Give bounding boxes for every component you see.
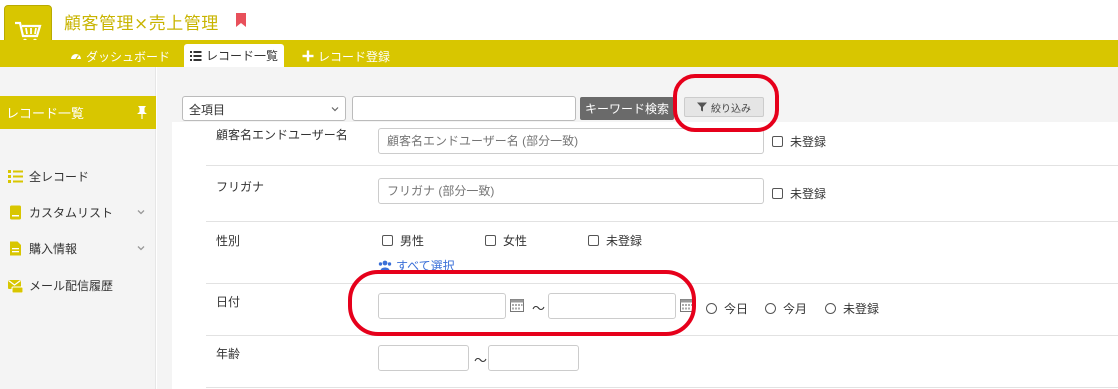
app-header: 顧客管理×売上管理 bbox=[0, 0, 1118, 61]
sidebar-heading: レコード一覧 bbox=[0, 96, 156, 129]
nav-record-add[interactable]: レコード登録 bbox=[296, 45, 396, 67]
filter-icon bbox=[697, 102, 707, 112]
document-icon bbox=[7, 204, 23, 220]
filter-button-label: 絞り込み bbox=[711, 103, 751, 115]
search-scope-select[interactable]: 全項目 bbox=[182, 96, 346, 121]
sidebar-item-label: メール配信履歴 bbox=[29, 278, 114, 293]
sidebar-item-purchase-info[interactable]: 購入情報 bbox=[7, 238, 149, 258]
checkbox-label: 女性 bbox=[503, 234, 528, 248]
select-all-link[interactable]: すべて選択 bbox=[378, 257, 455, 274]
filter-row-name: 顧客名エンドユーザー名 未登録 bbox=[206, 122, 1118, 165]
checkbox-box bbox=[382, 235, 393, 246]
date-today-radio[interactable]: 今日 bbox=[706, 300, 748, 317]
bookmark-icon[interactable] bbox=[236, 13, 246, 27]
sidebar-item-custom-list[interactable]: カスタムリスト bbox=[7, 202, 149, 222]
checkbox-label: 未登録 bbox=[790, 135, 827, 149]
main-nav: ダッシュボード レコード一覧 レコード登録 bbox=[0, 40, 1118, 67]
radio-circle bbox=[706, 303, 717, 314]
pin-icon[interactable] bbox=[136, 105, 148, 119]
checkbox-label: 未登録 bbox=[790, 187, 827, 201]
date-range-separator: ～ bbox=[532, 302, 546, 317]
date-unregistered-radio[interactable]: 未登録 bbox=[825, 300, 879, 317]
nav-record-list-label: レコード一覧 bbox=[206, 49, 279, 63]
sidebar-item-all-records[interactable]: 全レコード bbox=[7, 166, 149, 186]
radio-circle bbox=[765, 303, 776, 314]
chevron-down-icon[interactable] bbox=[137, 208, 145, 216]
row-label: 顧客名エンドユーザー名 bbox=[216, 128, 348, 142]
nav-record-list[interactable]: レコード一覧 bbox=[184, 44, 285, 67]
checkbox-box bbox=[772, 188, 783, 199]
filter-row-gender: 性別 男性 女性 未登録 すべて選択 bbox=[206, 221, 1118, 283]
age-from-input[interactable] bbox=[378, 345, 469, 371]
nav-record-add-label: レコード登録 bbox=[318, 49, 391, 64]
date-from-input[interactable] bbox=[378, 293, 506, 319]
age-range-separator: ～ bbox=[474, 354, 488, 369]
mail-history-icon bbox=[7, 277, 23, 293]
filter-row-date: 日付 ～ 今日 今月 未登録 bbox=[206, 283, 1118, 335]
sidebar-heading-label: レコード一覧 bbox=[6, 107, 85, 122]
filter-row-age: 年齢 ～ bbox=[206, 335, 1118, 389]
row-label: 年齢 bbox=[216, 347, 241, 361]
age-to-input[interactable] bbox=[488, 345, 579, 371]
name-input[interactable] bbox=[378, 128, 764, 154]
radio-label: 今日 bbox=[724, 302, 749, 316]
sidebar-item-label: カスタムリスト bbox=[29, 205, 114, 220]
sidebar-item-label: 全レコード bbox=[29, 169, 90, 184]
checkbox-box bbox=[588, 235, 599, 246]
keyword-search-button[interactable]: キーワード検索 bbox=[580, 97, 674, 120]
nav-dashboard[interactable]: ダッシュボード bbox=[64, 45, 176, 67]
list-icon bbox=[190, 50, 202, 61]
gender-male-checkbox[interactable]: 男性 bbox=[382, 232, 424, 249]
gender-unregistered-checkbox[interactable]: 未登録 bbox=[588, 232, 642, 249]
search-scope-value: 全項目 bbox=[189, 103, 226, 117]
plus-icon bbox=[302, 50, 314, 62]
name-unregistered-checkbox[interactable]: 未登録 bbox=[772, 133, 826, 150]
radio-label: 今月 bbox=[783, 302, 808, 316]
date-to-input[interactable] bbox=[548, 293, 676, 319]
file-icon bbox=[7, 240, 23, 256]
radio-circle bbox=[825, 303, 836, 314]
app-title: 顧客管理×売上管理 bbox=[64, 14, 219, 34]
dashboard-icon bbox=[71, 54, 81, 60]
gender-female-checkbox[interactable]: 女性 bbox=[485, 232, 527, 249]
checkbox-label: 男性 bbox=[400, 234, 425, 248]
list-icon bbox=[7, 168, 23, 184]
sidebar-item-mail-history[interactable]: メール配信履歴 bbox=[7, 275, 149, 295]
filter-button[interactable]: 絞り込み bbox=[684, 97, 764, 117]
kana-input[interactable] bbox=[378, 178, 764, 204]
checkbox-label: 未登録 bbox=[606, 234, 643, 248]
row-label: 性別 bbox=[216, 234, 241, 248]
checkbox-box bbox=[485, 235, 496, 246]
sidebar-item-label: 購入情報 bbox=[29, 241, 78, 256]
select-all-label: すべて選択 bbox=[396, 259, 455, 273]
chevron-down-icon[interactable] bbox=[137, 244, 145, 252]
sidebar: レコード一覧 全レコード カスタムリスト 購入情報 メール配信履歴 bbox=[0, 67, 156, 389]
row-label: フリガナ bbox=[216, 180, 265, 194]
filter-row-kana: フリガナ 未登録 bbox=[206, 165, 1118, 221]
nav-dashboard-label: ダッシュボード bbox=[86, 49, 171, 64]
kana-unregistered-checkbox[interactable]: 未登録 bbox=[772, 185, 826, 202]
filter-panel: 顧客名エンドユーザー名 未登録 フリガナ 未登録 性別 男性 女性 未登録 bbox=[172, 122, 1118, 389]
users-icon bbox=[378, 260, 392, 271]
radio-label: 未登録 bbox=[843, 302, 880, 316]
date-this-month-radio[interactable]: 今月 bbox=[765, 300, 807, 317]
calendar-icon[interactable] bbox=[510, 298, 524, 312]
checkbox-box bbox=[772, 136, 783, 147]
row-label: 日付 bbox=[216, 295, 241, 309]
calendar-icon[interactable] bbox=[680, 298, 694, 312]
chevron-down-icon bbox=[331, 107, 339, 112]
keyword-input[interactable] bbox=[352, 96, 576, 121]
